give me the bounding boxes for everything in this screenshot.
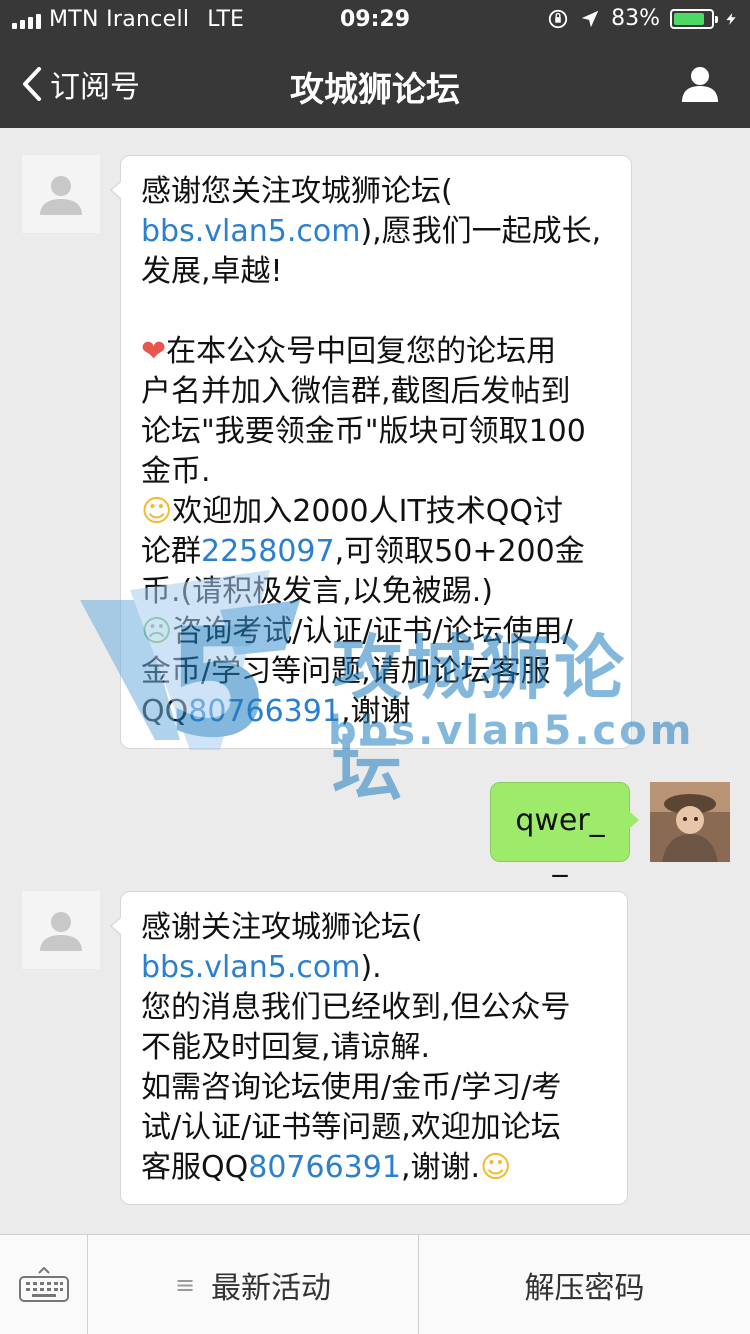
official-account-avatar[interactable]: [22, 155, 100, 233]
message-text: 币.(请积极发言,以免被踢.): [141, 574, 494, 609]
header: MTN Irancell LTE 09:29 83% 订阅号 攻城狮论坛: [0, 0, 750, 128]
message-line: 论群2258097,可领取50+200金: [141, 532, 611, 572]
message-bubble-incoming[interactable]: 感谢您关注攻城狮论坛(bbs.vlan5.com),愿我们一起成长, 发展,卓越!…: [110, 155, 632, 749]
message-line: ☺欢迎加入2000人IT技术QQ讨: [141, 492, 611, 532]
keyboard-icon: [18, 1267, 69, 1302]
message-line: ☹咨询考试/认证/证书/论坛使用/: [141, 612, 611, 652]
outgoing-message-text: qwer__: [515, 803, 605, 878]
message-text: ,谢谢.: [400, 1150, 481, 1185]
person-placeholder-icon: [40, 176, 82, 215]
battery-percent: 83%: [611, 6, 660, 31]
message-bubble-incoming[interactable]: 感谢关注攻城狮论坛(bbs.vlan5.com). 您的消息我们已经收到,但公众号…: [110, 891, 628, 1205]
keyboard-toggle-button[interactable]: [0, 1235, 88, 1334]
orientation-lock-icon: [548, 9, 568, 28]
message-text: ),愿我们一起成长,: [360, 214, 602, 249]
message-text: 论坛"我要领金币"版块可领取100: [141, 414, 586, 449]
status-bar: MTN Irancell LTE 09:29 83%: [0, 0, 750, 40]
message-bubble-outgoing[interactable]: qwer__: [490, 782, 639, 878]
message-line: 金币/学习等问题,请加论坛客服: [141, 652, 611, 692]
message-text: 感谢关注攻城狮论坛(: [141, 910, 423, 945]
menu-list-icon: ≡: [174, 1271, 196, 1299]
menu-latest-activity-label: 最新活动: [211, 1271, 332, 1306]
message-text: 如需咨询论坛使用/金币/学习/考: [141, 1070, 562, 1105]
message-text: 您的消息我们已经收到,但公众号: [141, 990, 571, 1025]
message-text: 客服QQ: [141, 1150, 249, 1185]
message-link[interactable]: bbs.vlan5.com: [141, 214, 360, 249]
message-line: bbs.vlan5.com),愿我们一起成长,: [141, 212, 611, 252]
charging-icon: [726, 12, 736, 25]
message-text: 在本公众号中回复您的论坛用: [166, 334, 557, 369]
message-link[interactable]: 80766391: [248, 1150, 401, 1185]
user-photo-icon: [650, 782, 730, 862]
person-placeholder-icon: [40, 912, 82, 951]
message-text: 发展,卓越!: [141, 254, 283, 289]
message-text: ,可领取50+200金: [334, 534, 585, 569]
location-icon: [581, 10, 599, 27]
message-line: [141, 292, 611, 332]
message-text: QQ: [141, 694, 189, 729]
message-line: 币.(请积极发言,以免被踢.): [141, 572, 611, 612]
nav-bar: 订阅号 攻城狮论坛: [0, 40, 750, 128]
message-text: 金币/学习等问题,请加论坛客服: [141, 654, 551, 689]
message-line: 户名并加入微信群,截图后发帖到: [141, 372, 611, 412]
profile-icon[interactable]: [680, 64, 720, 104]
message-link[interactable]: 80766391: [188, 694, 341, 729]
my-avatar[interactable]: [650, 782, 730, 862]
message-text: 金币.: [141, 454, 211, 489]
message-link[interactable]: 2258097: [201, 534, 335, 569]
official-account-avatar[interactable]: [22, 891, 100, 969]
message-line: 如需咨询论坛使用/金币/学习/考: [141, 1068, 607, 1108]
smile-emoji-icon: ☺: [141, 494, 173, 529]
message-line: ❤在本公众号中回复您的论坛用: [141, 332, 611, 372]
message-line: 感谢关注攻城狮论坛(: [141, 908, 607, 948]
message-text: 户名并加入微信群,截图后发帖到: [141, 374, 571, 409]
message-line: bbs.vlan5.com).: [141, 948, 607, 988]
message-line: QQ80766391,谢谢: [141, 692, 611, 732]
battery-icon: [670, 8, 718, 29]
smile-emoji-icon: ☺: [480, 1150, 512, 1185]
menu-latest-activity[interactable]: ≡ 最新活动: [88, 1235, 419, 1334]
tongue-emoji-icon: ☹: [141, 614, 173, 649]
heart-emoji-icon: ❤: [141, 334, 167, 369]
message-text: 感谢您关注攻城狮论坛(: [141, 174, 453, 209]
message-line: 您的消息我们已经收到,但公众号: [141, 988, 607, 1028]
message-line: 发展,卓越!: [141, 252, 611, 292]
message-line: 感谢您关注攻城狮论坛(: [141, 172, 611, 212]
message-line: 不能及时回复,请谅解.: [141, 1028, 607, 1068]
message-text: ).: [360, 950, 382, 985]
message-text: 不能及时回复,请谅解.: [141, 1030, 431, 1065]
page-title: 攻城狮论坛: [290, 70, 460, 110]
message-text: 欢迎加入2000人IT技术QQ讨: [172, 494, 564, 529]
message-link[interactable]: bbs.vlan5.com: [141, 950, 360, 985]
message-text: 试/认证/证书等问题,欢迎加论坛: [141, 1110, 561, 1145]
message-line: 试/认证/证书等问题,欢迎加论坛: [141, 1108, 607, 1148]
message-line: 金币.: [141, 452, 611, 492]
message-text: 论群: [141, 534, 201, 569]
message-text: ,谢谢: [340, 694, 411, 729]
message-line: 论坛"我要领金币"版块可领取100: [141, 412, 611, 452]
message-line: 客服QQ80766391,谢谢.☺: [141, 1148, 607, 1188]
message-text: 咨询考试/认证/证书/论坛使用/: [172, 614, 573, 649]
menu-unzip-password[interactable]: 解压密码: [419, 1235, 750, 1334]
menu-unzip-password-label: 解压密码: [524, 1271, 645, 1306]
bottom-menu-bar: ≡ 最新活动 解压密码: [0, 1234, 750, 1334]
